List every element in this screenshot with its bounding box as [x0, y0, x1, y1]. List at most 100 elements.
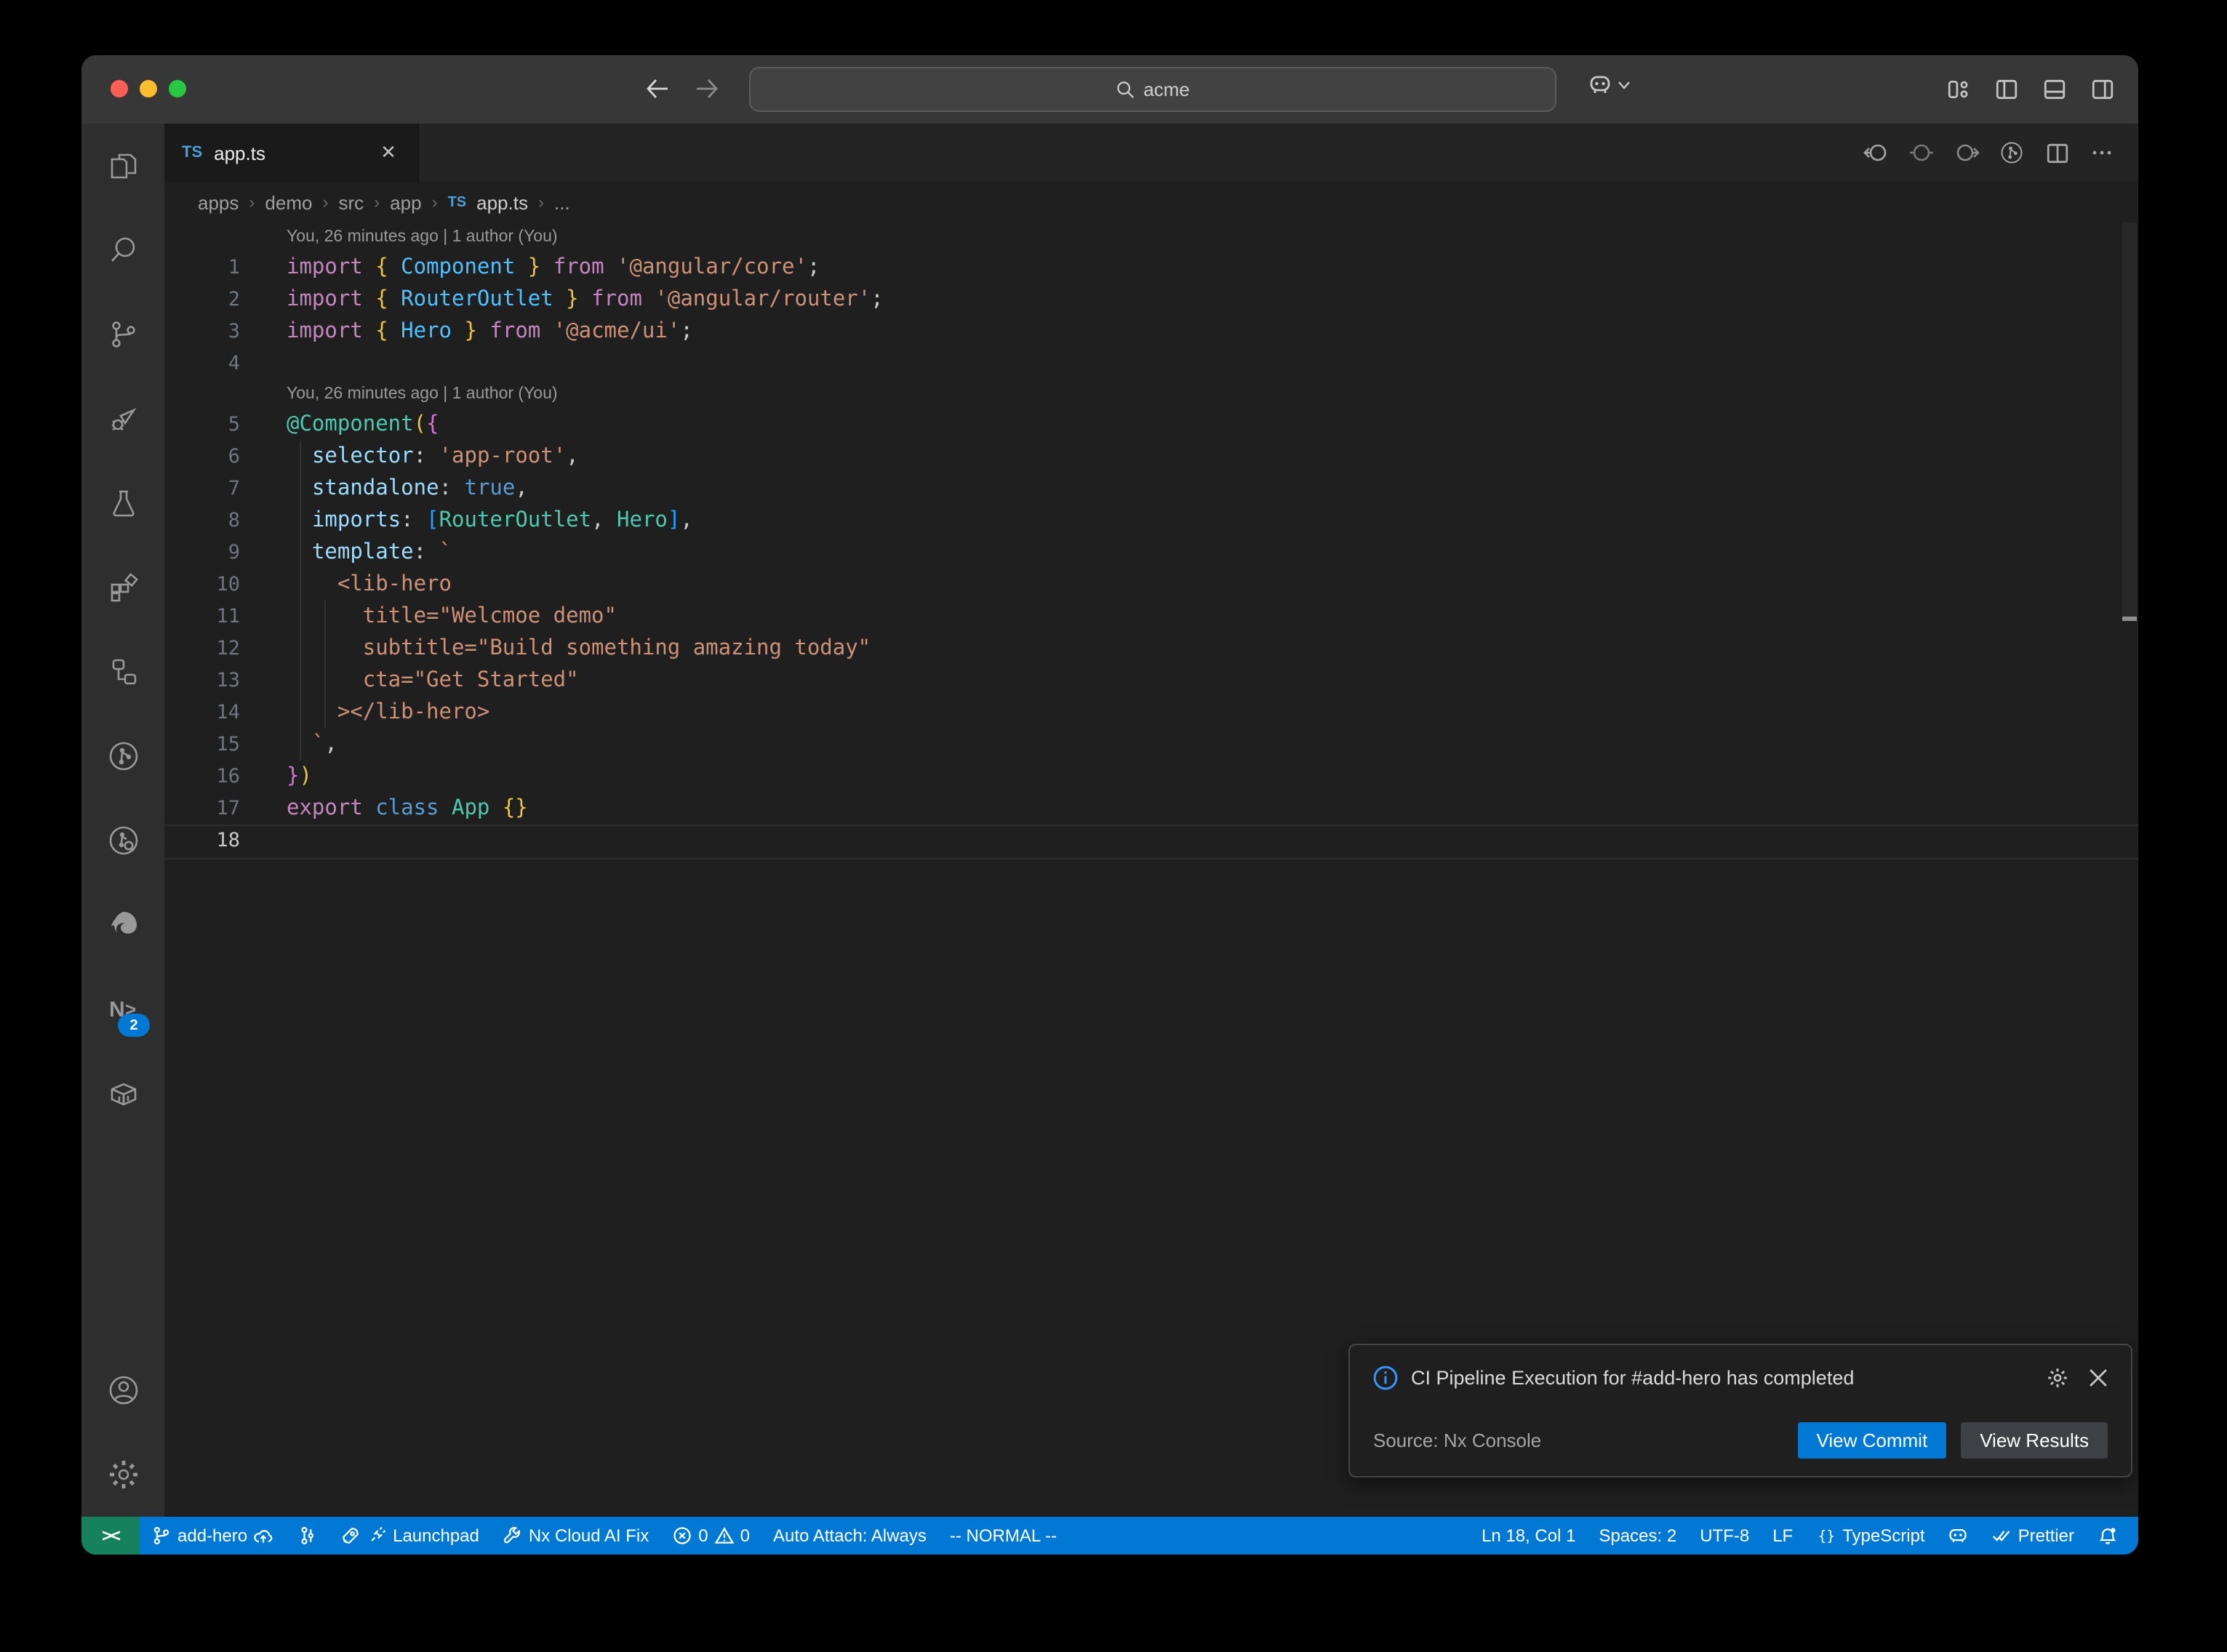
tab-app-ts[interactable]: TS app.ts ✕	[164, 124, 419, 182]
nx-cloud-status[interactable]: Nx Cloud AI Fix	[491, 1517, 660, 1555]
formatter-status[interactable]: Prettier	[1980, 1517, 2086, 1555]
nav-circle-icon[interactable]	[1908, 140, 1935, 166]
notification-close-icon[interactable]	[2089, 1367, 2108, 1389]
close-window-button[interactable]	[111, 80, 128, 97]
toggle-secondary-sidebar-icon[interactable]	[2089, 73, 2115, 105]
breadcrumb-file[interactable]: app.ts	[476, 191, 528, 213]
notification-settings-icon[interactable]	[2047, 1367, 2068, 1389]
view-results-button[interactable]: View Results	[1961, 1422, 2108, 1459]
code-line-4[interactable]: 4	[164, 348, 2138, 380]
toggle-primary-sidebar-icon[interactable]	[1993, 73, 2019, 105]
activity-source-control[interactable]	[81, 292, 164, 377]
code-line-16[interactable]: 16})	[164, 761, 2138, 793]
token: (	[414, 413, 426, 436]
tab-close-icon[interactable]: ✕	[377, 141, 400, 164]
token: {	[375, 288, 401, 311]
code-line-3[interactable]: 3import { Hero } from '@acme/ui';	[164, 316, 2138, 348]
activity-commit-graph[interactable]	[81, 714, 164, 798]
breadcrumb-item[interactable]: demo	[265, 191, 312, 213]
run-graph-icon[interactable]	[1999, 140, 2025, 166]
code-line-11[interactable]: 11 title="Welcmoe demo"	[164, 601, 2138, 633]
double-check-icon	[1992, 1525, 2012, 1546]
cursor-position-status[interactable]: Ln 18, Col 1	[1470, 1517, 1587, 1555]
gitlens-search-icon	[105, 823, 140, 858]
commit-graph-icon	[297, 1525, 317, 1546]
history-forward-icon[interactable]	[692, 73, 721, 105]
commit-graph-status[interactable]	[285, 1517, 329, 1555]
launchpad-status[interactable]: Launchpad	[329, 1517, 491, 1555]
activity-containers[interactable]	[81, 1051, 164, 1136]
layout-customize-icon[interactable]	[1945, 73, 1971, 105]
breadcrumb-item[interactable]: src	[338, 191, 364, 213]
breadcrumb-item[interactable]: apps	[198, 191, 239, 213]
auto-attach-status[interactable]: Auto Attach: Always	[761, 1517, 938, 1555]
activity-run-debug[interactable]	[81, 377, 164, 461]
git-blame-annotation[interactable]: You, 26 minutes ago | 1 author (You)	[164, 222, 2138, 252]
status-text: Spaces: 2	[1599, 1525, 1676, 1546]
nav-forward-icon[interactable]	[1954, 140, 1980, 166]
breadcrumb-separator: ›	[374, 192, 380, 212]
code-line-5[interactable]: 5@Component({	[164, 409, 2138, 441]
code-line-9[interactable]: 9 template: `	[164, 537, 2138, 569]
source-control-icon	[105, 317, 140, 352]
token: @Component	[287, 413, 414, 436]
token: Hero	[401, 320, 452, 343]
language-status[interactable]: {}TypeScript	[1804, 1517, 1936, 1555]
copilot-menu[interactable]	[1587, 73, 1631, 96]
activity-extensions[interactable]	[81, 545, 164, 630]
eol-status[interactable]: LF	[1761, 1517, 1804, 1555]
activity-nx-console[interactable]: N>2	[81, 967, 164, 1051]
token: ;	[807, 256, 820, 279]
breadcrumb-symbol[interactable]: ...	[554, 191, 570, 213]
remote-indicator[interactable]: ><	[81, 1517, 140, 1555]
maximize-window-button[interactable]	[169, 80, 186, 97]
status-text: UTF-8	[1700, 1525, 1749, 1546]
token: ;	[680, 320, 692, 343]
activity-edge-tools[interactable]	[81, 883, 164, 967]
code-line-17[interactable]: 17export class App {}	[164, 793, 2138, 825]
activity-explorer[interactable]	[81, 124, 164, 208]
activity-custom-views[interactable]	[81, 630, 164, 714]
toggle-panel-icon[interactable]	[2041, 73, 2067, 105]
minimize-window-button[interactable]	[140, 80, 157, 97]
code-line-1[interactable]: 1import { Component } from '@angular/cor…	[164, 252, 2138, 284]
git-branch-status[interactable]: add-hero	[140, 1517, 285, 1555]
scrollbar-thumb[interactable]	[2122, 222, 2137, 618]
vim-mode-status[interactable]: -- NORMAL --	[938, 1517, 1068, 1555]
activity-settings[interactable]	[81, 1432, 164, 1517]
token: '@acme/ui'	[553, 320, 681, 343]
code-line-14[interactable]: 14 ></lib-hero>	[164, 697, 2138, 729]
history-back-icon[interactable]	[643, 73, 672, 105]
token: )	[299, 765, 311, 788]
code-line-10[interactable]: 10 <lib-hero	[164, 569, 2138, 601]
code-line-8[interactable]: 8 imports: [RouterOutlet, Hero],	[164, 505, 2138, 537]
code-line-13[interactable]: 13 cta="Get Started"	[164, 665, 2138, 697]
breadcrumb-item[interactable]: app	[390, 191, 421, 213]
code-line-12[interactable]: 12 subtitle="Build something amazing tod…	[164, 633, 2138, 665]
activity-testing[interactable]	[81, 461, 164, 545]
token: template	[312, 541, 414, 564]
split-editor-icon[interactable]	[2044, 140, 2070, 166]
braces-icon: {}	[1816, 1525, 1836, 1546]
activity-accounts[interactable]	[81, 1348, 164, 1432]
code-line-18[interactable]: 18	[164, 825, 2138, 859]
nav-back-icon[interactable]	[1863, 140, 1890, 166]
svg-text:{}: {}	[1818, 1528, 1834, 1544]
code-line-15[interactable]: 15 `,	[164, 729, 2138, 761]
encoding-status[interactable]: UTF-8	[1688, 1517, 1761, 1555]
more-actions-icon[interactable]	[2089, 140, 2115, 166]
code-line-7[interactable]: 7 standalone: true,	[164, 473, 2138, 505]
activity-gitlens-search[interactable]	[81, 798, 164, 883]
indentation-status[interactable]: Spaces: 2	[1587, 1517, 1688, 1555]
copilot-status[interactable]	[1937, 1517, 1980, 1555]
view-commit-button[interactable]: View Commit	[1798, 1422, 1947, 1459]
code-editor[interactable]: You, 26 minutes ago | 1 author (You)1imp…	[164, 222, 2138, 1517]
code-line-6[interactable]: 6 selector: 'app-root',	[164, 441, 2138, 473]
line-number: 3	[164, 316, 240, 348]
activity-search[interactable]	[81, 208, 164, 292]
problems-status[interactable]: 00	[660, 1517, 761, 1555]
notifications-bell[interactable]	[2086, 1517, 2130, 1555]
code-line-2[interactable]: 2import { RouterOutlet } from '@angular/…	[164, 284, 2138, 316]
git-blame-annotation[interactable]: You, 26 minutes ago | 1 author (You)	[164, 380, 2138, 409]
command-center-search[interactable]: acme	[749, 67, 1556, 112]
